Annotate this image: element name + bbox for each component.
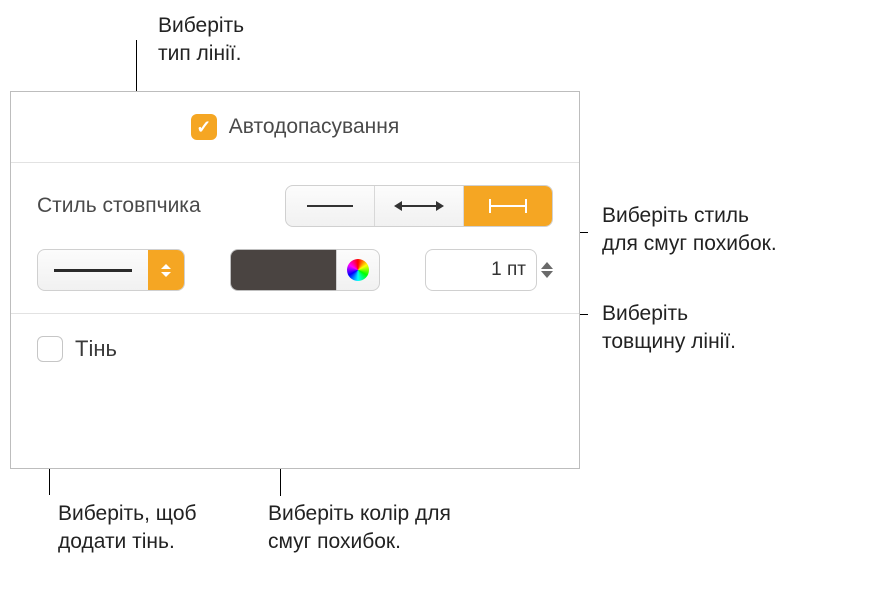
stepper-up-icon[interactable] — [541, 262, 553, 269]
line-type-dropdown[interactable] — [37, 249, 185, 291]
callout-line-type: Виберіть тип лінії. — [158, 12, 244, 69]
column-style-header: Стиль стовпчика — [37, 185, 553, 227]
chevron-down-icon — [161, 272, 171, 277]
style-panel: ✓ Автодопасування Стиль стовпчика — [10, 91, 580, 469]
callout-shadow: Виберіть, щоб додати тінь. — [58, 500, 197, 557]
color-picker-button[interactable] — [336, 249, 380, 291]
line-type-dropdown-button[interactable] — [148, 250, 184, 290]
shadow-checkbox[interactable] — [37, 336, 63, 362]
line-thickness-field[interactable]: 1 пт — [425, 249, 537, 291]
shadow-label: Тінь — [75, 336, 117, 362]
segment-flat-caps[interactable] — [464, 186, 552, 226]
callout-style: Виберіть стиль для смуг похибок. — [602, 202, 777, 259]
stepper-buttons — [541, 249, 553, 291]
stepper-down-icon[interactable] — [541, 271, 553, 278]
shadow-row: Тінь — [11, 314, 579, 384]
column-style-section: Стиль стовпчика — [11, 163, 579, 314]
color-wheel-icon — [347, 259, 369, 281]
line-type-preview — [38, 250, 148, 290]
segment-plain-line[interactable] — [286, 186, 375, 226]
chevron-up-icon — [161, 264, 171, 269]
checkmark-icon: ✓ — [196, 117, 211, 138]
error-bar-style-segmented[interactable] — [285, 185, 553, 227]
autofit-row: ✓ Автодопасування — [11, 92, 579, 163]
callout-thickness: Виберіть товщину лінії. — [602, 300, 736, 357]
line-thickness-stepper[interactable]: 1 пт — [425, 249, 553, 291]
autofit-label: Автодопасування — [229, 115, 399, 139]
autofit-checkbox[interactable]: ✓ — [191, 114, 217, 140]
column-style-label: Стиль стовпчика — [37, 194, 201, 218]
line-controls-row: 1 пт — [37, 249, 553, 291]
color-group — [230, 249, 380, 291]
color-well[interactable] — [230, 249, 336, 291]
segment-arrow-caps[interactable] — [375, 186, 464, 226]
callouts-color: Виберіть колір для смуг похибок. — [268, 500, 451, 557]
